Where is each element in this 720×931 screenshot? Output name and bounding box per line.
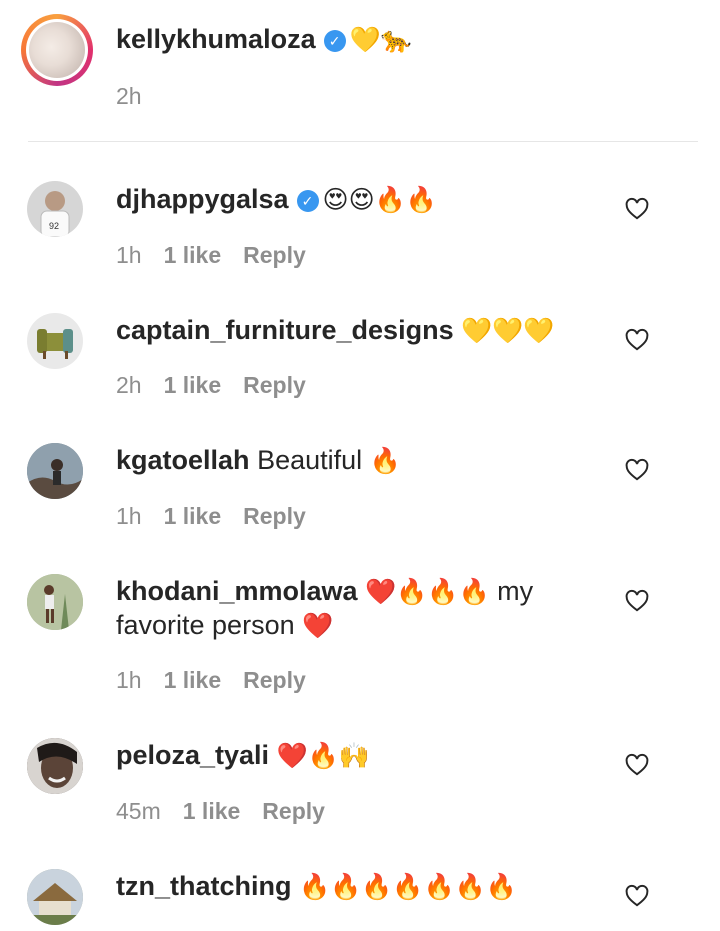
comment-text: my — [497, 576, 534, 606]
comment-emojis: 🔥 — [369, 446, 401, 475]
comment-avatar[interactable]: 92 — [27, 181, 83, 237]
avatar-image — [27, 869, 83, 925]
comment-avatar[interactable] — [27, 443, 83, 499]
comment-time: 45m — [116, 798, 161, 824]
comment-meta: 1h 1 like Reply — [116, 502, 328, 530]
comment-username[interactable]: djhappygalsa — [116, 184, 289, 214]
caption-meta: 2h — [116, 82, 164, 110]
verified-badge-icon: ✓ — [323, 30, 346, 52]
avatar-image: 92 — [40, 191, 70, 237]
comment-emojis: 🔥🔥🔥🔥🔥🔥🔥 — [299, 872, 517, 901]
comment-username[interactable]: peloza_tyali — [116, 740, 269, 770]
heart-outline-icon[interactable] — [624, 196, 650, 222]
comment-likes[interactable]: 1 like — [164, 503, 222, 529]
comment-likes[interactable]: 1 like — [164, 372, 222, 398]
verified-badge-icon: ✓ — [296, 190, 319, 212]
comment-meta: 2h 1 like Reply — [116, 371, 328, 399]
comment-emojis: 😍😍🔥🔥 — [322, 185, 437, 214]
comment-time: 1h — [116, 503, 142, 529]
comment-line: khodani_mmolawa ❤️🔥🔥🔥 my — [116, 574, 533, 609]
avatar-image — [27, 738, 83, 794]
comment-avatar[interactable] — [27, 574, 83, 630]
comment-line: djhappygalsa ✓ 😍😍🔥🔥 — [116, 182, 437, 217]
avatar-image — [29, 22, 85, 78]
comment-username[interactable]: tzn_thatching — [116, 871, 292, 901]
reply-button[interactable]: Reply — [243, 372, 306, 398]
comment-meta: 45m 1 like Reply — [116, 797, 347, 825]
reply-button[interactable]: Reply — [243, 503, 306, 529]
comment-time: 2h — [116, 372, 142, 398]
comment-likes[interactable]: 1 like — [183, 798, 241, 824]
reply-button[interactable]: Reply — [262, 798, 325, 824]
comment-text: favorite person — [116, 610, 295, 640]
comment-username[interactable]: khodani_mmolawa — [116, 576, 358, 606]
svg-text:92: 92 — [49, 221, 59, 231]
caption-username[interactable]: kellykhumaloza — [116, 24, 316, 54]
avatar-image — [27, 574, 83, 630]
post-caption: kellykhumaloza ✓ 💛🐆 2h — [0, 0, 720, 142]
comment-emojis: ❤️🔥🙌 — [276, 741, 370, 770]
comment-avatar[interactable] — [27, 869, 83, 925]
comment-likes[interactable]: 1 like — [164, 667, 222, 693]
caption-time: 2h — [116, 83, 142, 109]
comment-line: tzn_thatching 🔥🔥🔥🔥🔥🔥🔥 — [116, 869, 517, 904]
reply-button[interactable]: Reply — [243, 242, 306, 268]
comment-emojis: 💛💛💛 — [461, 316, 555, 345]
heart-outline-icon[interactable] — [624, 588, 650, 614]
comment-text: Beautiful — [257, 445, 363, 475]
comment-meta: 1h 1 like Reply — [116, 241, 328, 269]
comment-username[interactable]: kgatoellah — [116, 445, 250, 475]
comment-time: 1h — [116, 242, 142, 268]
avatar-image — [27, 443, 83, 499]
comment-meta: 1h 1 like Reply — [116, 666, 328, 694]
caption-avatar[interactable] — [21, 14, 93, 86]
avatar-image — [37, 329, 73, 359]
heart-outline-icon[interactable] — [624, 752, 650, 778]
comment-emojis: ❤️ — [302, 611, 334, 640]
comment-line: captain_furniture_designs 💛💛💛 — [116, 313, 555, 348]
comment-avatar[interactable] — [27, 313, 83, 369]
reply-button[interactable]: Reply — [243, 667, 306, 693]
comment-line: kgatoellah Beautiful 🔥 — [116, 443, 401, 478]
comment-likes[interactable]: 1 like — [164, 242, 222, 268]
comment-line-2: favorite person ❤️ — [116, 608, 333, 643]
heart-outline-icon[interactable] — [624, 883, 650, 909]
comment-avatar[interactable] — [27, 738, 83, 794]
comment-username[interactable]: captain_furniture_designs — [116, 315, 454, 345]
caption-line: kellykhumaloza ✓ 💛🐆 — [116, 22, 412, 57]
comment-emojis: ❤️🔥🔥🔥 — [365, 577, 490, 606]
comment-time: 1h — [116, 667, 142, 693]
comment-line: peloza_tyali ❤️🔥🙌 — [116, 738, 370, 773]
caption-emojis: 💛🐆 — [349, 25, 412, 54]
heart-outline-icon[interactable] — [624, 327, 650, 353]
divider — [28, 141, 698, 142]
heart-outline-icon[interactable] — [624, 457, 650, 483]
